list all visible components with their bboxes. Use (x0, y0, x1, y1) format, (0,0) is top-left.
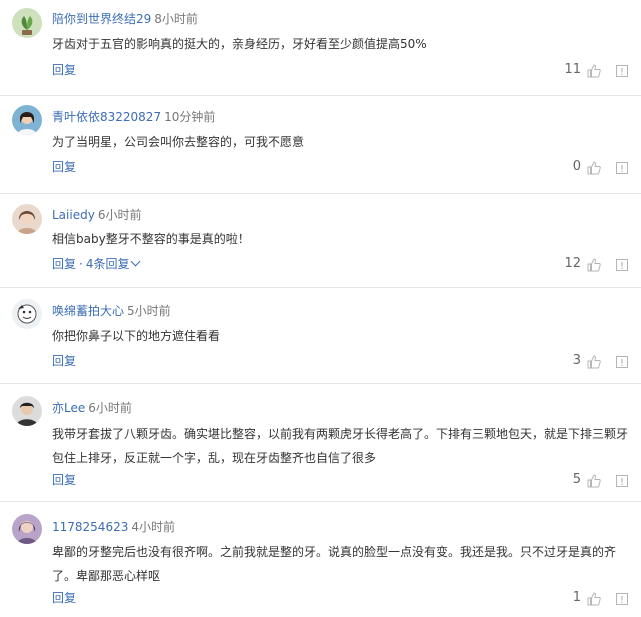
comment-item: 青叶依依83220827 10分钟前 为了当明星，公司会叫你去整容的，可我不愿意 … (0, 96, 641, 194)
comment-text: 相信baby整牙不整容的事是真的啦！ (52, 232, 250, 246)
username-link[interactable]: 1178254623 (52, 520, 128, 534)
report-icon[interactable] (615, 354, 629, 368)
view-replies-link[interactable]: 4条回复 (85, 256, 141, 271)
comment-meta: 1178254623 4小时前 (52, 519, 175, 535)
reply-button[interactable]: 回复 (52, 160, 76, 174)
report-icon[interactable] (615, 591, 629, 605)
username-link[interactable]: 陪你到世界终结29 (52, 12, 151, 26)
comment-item: 亦Lee 6小时前 我带牙套拔了八颗牙齿。确实堪比整容，以前我有两颗虎牙长得老高了… (0, 384, 641, 502)
like-count: 12 (564, 256, 581, 271)
comment-text: 我带牙套拔了八颗牙齿。确实堪比整容，以前我有两颗虎牙长得老高了。下排有三颗地包天… (52, 427, 629, 465)
comment-time: 4小时前 (131, 520, 175, 534)
view-replies-label: 4条回复 (85, 257, 130, 271)
comment-text: 你把你鼻子以下的地方遮住看看 (52, 329, 221, 343)
report-icon[interactable] (615, 257, 629, 271)
comment-meta: 唤绵蓄拍大心 5小时前 (52, 303, 171, 319)
user-avatar[interactable] (12, 396, 42, 426)
comment-actions: 回复 (52, 590, 76, 606)
comment-tools: 3 (573, 353, 629, 369)
like-count: 0 (572, 159, 581, 174)
user-avatar[interactable] (12, 204, 42, 234)
user-avatar[interactable] (12, 105, 42, 135)
comment-actions: 回复 (52, 472, 76, 488)
thumbs-up-icon[interactable] (587, 63, 601, 78)
comment-text: 牙齿对于五官的影响真的挺大的，亲身经历，牙好看至少颜值提高50% (52, 37, 427, 51)
comment-text: 卑鄙的牙整完后也没有很齐啊。之前我就是整的牙。说真的脸型一点没有变。我还是我。只… (52, 545, 617, 583)
comment-item: 唤绵蓄拍大心 5小时前 你把你鼻子以下的地方遮住看看 回复 3 (0, 288, 641, 384)
comment-actions: 回复 · 4条回复 (52, 256, 141, 272)
like-count: 5 (572, 472, 581, 487)
comment-actions: 回复 (52, 62, 76, 78)
report-icon[interactable] (615, 473, 629, 487)
thumbs-up-icon[interactable] (587, 473, 601, 488)
comment-actions: 回复 (52, 159, 76, 175)
comment-meta: 亦Lee 6小时前 (52, 400, 132, 416)
reply-button[interactable]: 回复 (52, 591, 76, 605)
comment-meta: Laiiedy 6小时前 (52, 207, 141, 223)
comment-meta: 陪你到世界终结29 8小时前 (52, 11, 198, 27)
thumbs-up-icon[interactable] (587, 257, 601, 272)
reply-button[interactable]: 回复 (52, 473, 76, 487)
comment-text: 为了当明星，公司会叫你去整容的，可我不愿意 (52, 135, 305, 149)
thumbs-up-icon[interactable] (587, 160, 601, 175)
username-link[interactable]: 青叶依依83220827 (52, 110, 161, 124)
comment-time: 6小时前 (97, 208, 142, 222)
reply-button[interactable]: 回复 (52, 257, 76, 271)
chevron-down-icon (131, 256, 141, 267)
username-link[interactable]: 亦Lee (52, 401, 85, 415)
comment-tools: 0 (573, 159, 629, 175)
like-count: 3 (572, 353, 581, 368)
thumbs-up-icon[interactable] (587, 354, 601, 369)
reply-separator: · (79, 257, 83, 271)
reply-button[interactable]: 回复 (52, 354, 76, 368)
comment-tools: 11 (564, 62, 629, 78)
report-icon[interactable] (615, 160, 629, 174)
comment-item: 陪你到世界终结29 8小时前 牙齿对于五官的影响真的挺大的，亲身经历，牙好看至少颜… (0, 0, 641, 96)
comment-meta: 青叶依依83220827 10分钟前 (52, 109, 215, 125)
comment-item: Laiiedy 6小时前 相信baby整牙不整容的事是真的啦！ 回复 · 4条回复 1… (0, 194, 641, 288)
user-avatar[interactable] (12, 299, 42, 329)
comment-time: 10分钟前 (164, 110, 216, 124)
comment-time: 5小时前 (127, 304, 171, 318)
comment-time: 8小时前 (154, 12, 198, 26)
comment-tools: 5 (573, 472, 629, 488)
comment-item: 1178254623 4小时前 卑鄙的牙整完后也没有很齐啊。之前我就是整的牙。说真… (0, 502, 641, 617)
comment-actions: 回复 (52, 353, 76, 369)
reply-button[interactable]: 回复 (52, 63, 76, 77)
report-icon[interactable] (615, 63, 629, 77)
comment-tools: 12 (564, 256, 629, 272)
user-avatar[interactable] (12, 8, 42, 38)
like-count: 1 (572, 590, 581, 605)
user-avatar[interactable] (12, 514, 42, 544)
like-count: 11 (564, 62, 581, 77)
thumbs-up-icon[interactable] (587, 591, 601, 606)
username-link[interactable]: Laiiedy (52, 208, 95, 222)
comment-list: 陪你到世界终结29 8小时前 牙齿对于五官的影响真的挺大的，亲身经历，牙好看至少颜… (0, 0, 641, 617)
comment-time: 6小时前 (88, 401, 132, 415)
username-link[interactable]: 唤绵蓄拍大心 (52, 304, 124, 318)
comment-tools: 1 (573, 590, 629, 606)
